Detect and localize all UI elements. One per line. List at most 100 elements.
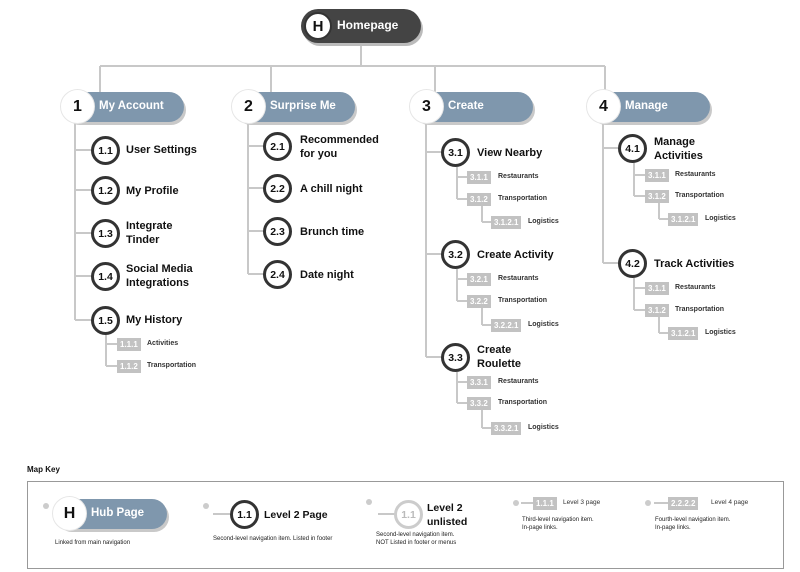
node-create-activity[interactable]: Create Activity [477, 248, 554, 262]
node-number[interactable]: 2.4 [263, 260, 292, 289]
l3-badge[interactable]: 1.1.1 [117, 338, 141, 351]
l3-badge[interactable]: 3.3.2 [467, 397, 491, 410]
node-number[interactable]: 2.1 [263, 132, 292, 161]
node-social-media[interactable]: Social Media Integrations [126, 262, 216, 290]
l3-badge[interactable]: 3.1.1 [645, 169, 669, 182]
map-key-title: Map Key [27, 465, 60, 474]
node-number[interactable]: 1.1 [91, 136, 120, 165]
node-number[interactable]: 3.2 [441, 240, 470, 269]
node-my-history[interactable]: My History [126, 313, 182, 327]
node-number[interactable]: 2.2 [263, 174, 292, 203]
node-date-night[interactable]: Date night [300, 268, 354, 282]
node-number[interactable]: 1.2 [91, 176, 120, 205]
l3-label[interactable]: Activities [147, 340, 178, 347]
homepage-label: Homepage [337, 18, 399, 32]
l3-badge[interactable]: 3.2.2 [467, 295, 491, 308]
node-number[interactable]: 3.1 [441, 138, 470, 167]
l3-badge[interactable]: 3.1.2 [645, 304, 669, 317]
hub-manage[interactable]: 4 Manage [587, 90, 710, 123]
l4-badge[interactable]: 3.3.2.1 [491, 422, 522, 435]
key-l3-label: Level 3 page [563, 499, 601, 506]
key-l2u-desc2: NOT Listed in footer or menus [376, 540, 457, 546]
key-l2u-circle: 1.1 [394, 500, 423, 529]
key-l2-desc: Second-level navigation item. Listed in … [213, 536, 333, 542]
key-l3-badge: 1.1.1 [533, 497, 557, 510]
node-chill-night[interactable]: A chill night [300, 182, 363, 196]
hub-create[interactable]: 3 Create [410, 90, 533, 123]
homepage-node[interactable]: H Homepage [301, 9, 421, 43]
key-l2u-desc1: Second-level navigation item. [376, 532, 455, 538]
hub-my-account[interactable]: 1 My Account [61, 90, 184, 123]
node-number[interactable]: 3.3 [441, 343, 470, 372]
l3-label[interactable]: Transportation [675, 192, 724, 199]
node-recommended[interactable]: Recommended for you [300, 133, 385, 161]
l3-label[interactable]: Transportation [675, 306, 724, 313]
key-l2u-label: Level 2 unlisted [427, 502, 468, 528]
l3-label[interactable]: Transportation [498, 399, 547, 406]
node-manage-activities[interactable]: Manage Activities [654, 135, 714, 163]
key-dot [645, 500, 651, 506]
node-number[interactable]: 1.4 [91, 262, 120, 291]
node-brunch-time[interactable]: Brunch time [300, 225, 364, 239]
l3-badge[interactable]: 3.3.1 [467, 376, 491, 389]
l3-label[interactable]: Restaurants [675, 284, 715, 291]
node-track-activities[interactable]: Track Activities [654, 257, 734, 271]
node-view-nearby[interactable]: View Nearby [477, 146, 542, 160]
hub-number: 3 [410, 90, 443, 123]
l4-label[interactable]: Logistics [528, 218, 559, 225]
key-l2-circle: 1.1 [230, 500, 259, 529]
l4-label[interactable]: Logistics [705, 215, 736, 222]
l3-label[interactable]: Restaurants [498, 173, 538, 180]
key-hub-label: Hub Page [91, 507, 145, 519]
hub-number: 4 [587, 90, 620, 123]
l3-badge[interactable]: 3.2.1 [467, 273, 491, 286]
key-hub-page: H Hub Page [53, 497, 167, 530]
l4-label[interactable]: Logistics [705, 329, 736, 336]
node-create-roulette[interactable]: Create Roulette [477, 343, 537, 371]
l3-label[interactable]: Restaurants [498, 378, 538, 385]
l3-badge[interactable]: 3.1.1 [467, 171, 491, 184]
l3-label[interactable]: Transportation [498, 195, 547, 202]
key-hub-desc: Linked from main navigation [55, 540, 131, 546]
hub-label: Create [448, 100, 484, 112]
l4-badge[interactable]: 3.2.2.1 [491, 319, 522, 332]
key-l4-desc2: In-page links. [655, 525, 691, 531]
node-number[interactable]: 2.3 [263, 217, 292, 246]
l4-badge[interactable]: 3.1.2.1 [491, 216, 522, 229]
hub-number: 1 [61, 90, 94, 123]
node-number[interactable]: 1.5 [91, 306, 120, 335]
l4-badge[interactable]: 3.1.2.1 [668, 327, 699, 340]
l3-label[interactable]: Transportation [498, 297, 547, 304]
key-dot [43, 503, 49, 509]
hub-surprise-me[interactable]: 2 Surprise Me [232, 90, 355, 123]
l3-label[interactable]: Restaurants [675, 171, 715, 178]
node-my-profile[interactable]: My Profile [126, 184, 179, 198]
hub-label: Manage [625, 100, 668, 112]
l3-badge[interactable]: 3.1.1 [645, 282, 669, 295]
hub-icon: H [304, 12, 332, 40]
l3-label[interactable]: Restaurants [498, 275, 538, 282]
node-integrate-tinder[interactable]: Integrate Tinder [126, 219, 206, 247]
hub-icon: H [53, 497, 86, 530]
l4-label[interactable]: Logistics [528, 424, 559, 431]
key-dot [366, 499, 372, 505]
key-l4-badge: 2.2.2.2 [668, 497, 699, 510]
node-number[interactable]: 4.1 [618, 134, 647, 163]
node-user-settings[interactable]: User Settings [126, 143, 197, 157]
node-number[interactable]: 4.2 [618, 249, 647, 278]
key-dot [203, 503, 209, 509]
key-l4-label: Level 4 page [711, 499, 749, 506]
key-l4-desc1: Fourth-level navigation item. [655, 517, 731, 523]
node-number[interactable]: 1.3 [91, 219, 120, 248]
hub-number: 2 [232, 90, 265, 123]
l3-badge[interactable]: 1.1.2 [117, 360, 141, 373]
key-l3-desc1: Third-level navigation item. [522, 517, 594, 523]
key-dot [513, 500, 519, 506]
l3-label[interactable]: Transportation [147, 362, 196, 369]
l3-badge[interactable]: 3.1.2 [467, 193, 491, 206]
l4-badge[interactable]: 3.1.2.1 [668, 213, 699, 226]
l4-label[interactable]: Logistics [528, 321, 559, 328]
key-l2-label: Level 2 Page [264, 509, 328, 521]
hub-label: My Account [99, 100, 164, 112]
l3-badge[interactable]: 3.1.2 [645, 190, 669, 203]
